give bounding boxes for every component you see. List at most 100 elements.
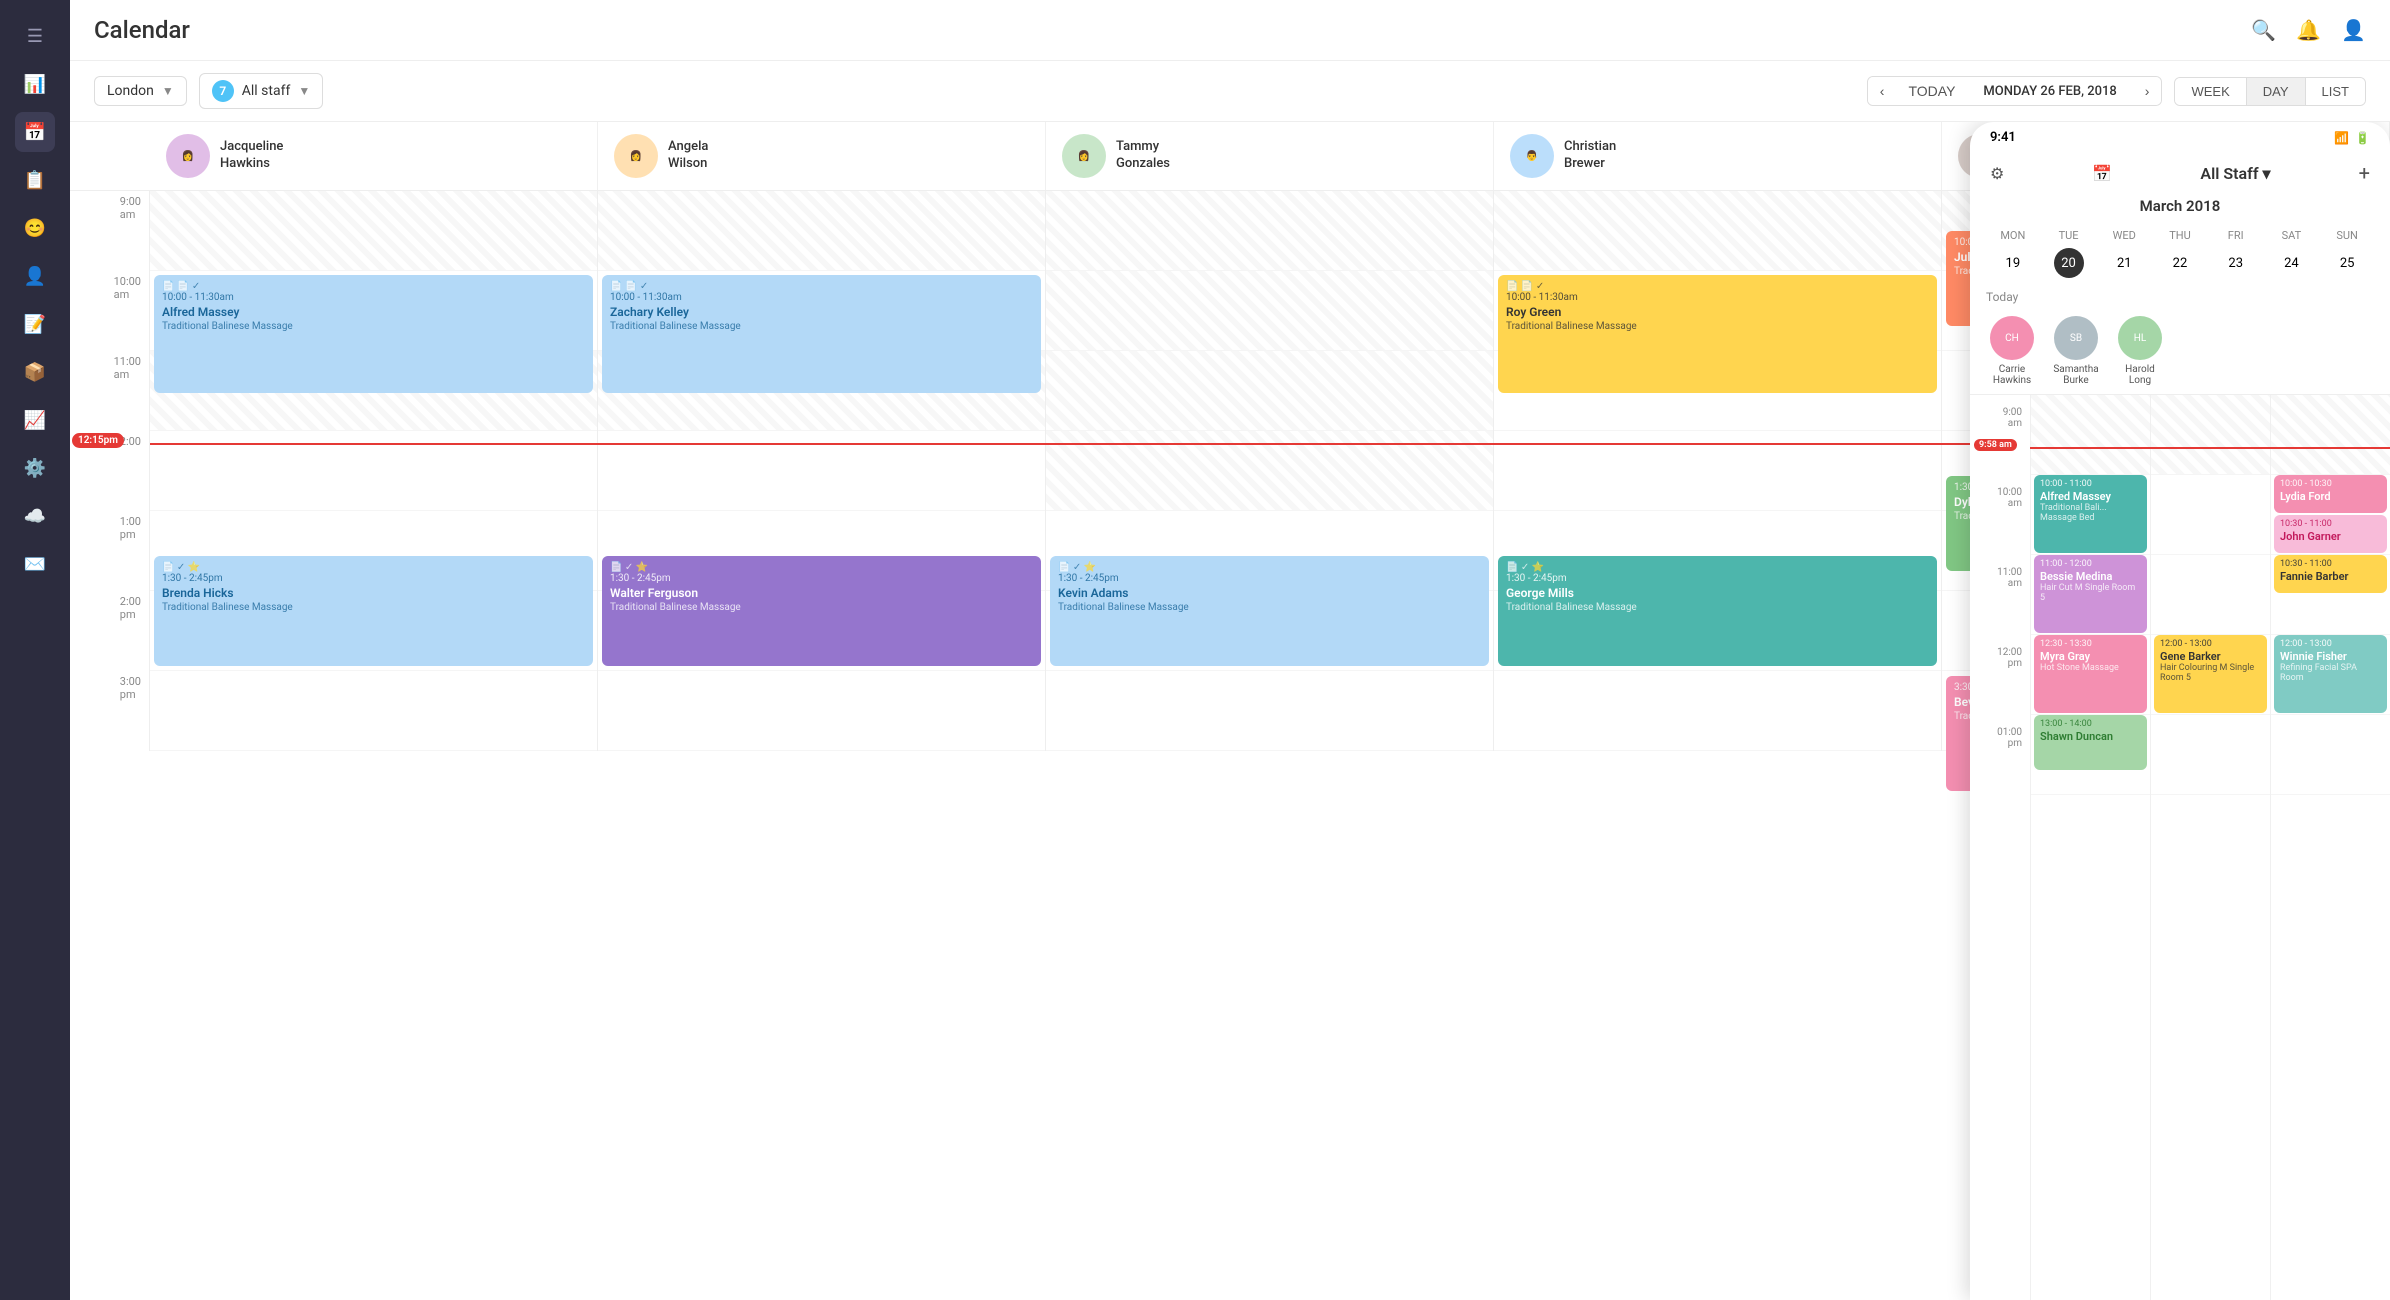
staff-select[interactable]: 7 All staff ▼ <box>199 73 323 109</box>
appt-zachary-kelley[interactable]: 📄 📄 ✓ 10:00 - 11:30am Zachary Kelley Tra… <box>602 275 1041 393</box>
mobile-staff-label: All Staff <box>2200 164 2258 183</box>
m-name-fannie: Fannie Barber <box>2280 570 2381 583</box>
current-date: MONDAY 26 FEB, 2018 <box>1967 78 2132 105</box>
mobile-staff-arrow: ▾ <box>2263 164 2271 183</box>
sidebar-icon-upload[interactable]: ☁️ <box>15 496 55 536</box>
header-icons: 🔍 🔔 👤 <box>2251 18 2366 42</box>
mobile-filter-icon[interactable]: ⚙ <box>1990 164 2004 183</box>
current-time-badge: 12:15pm <box>72 433 124 448</box>
calendar-body: 👩 JacquelineHawkins 👩 AngelaWilson 👩 Tam… <box>70 122 2390 1300</box>
mobile-row-1-samantha <box>2151 715 2270 795</box>
mobile-appt-john-garner[interactable]: 10:30 - 11:00 John Garner <box>2274 515 2387 553</box>
sidebar-icon-calendar[interactable]: 📅 <box>15 112 55 152</box>
grid-row-3-christian <box>1494 671 1941 751</box>
appt-brenda-hicks[interactable]: 📄 ✓ ⭐ 1:30 - 2:45pm Brenda Hicks Traditi… <box>154 556 593 666</box>
mobile-avatar-harold: HL <box>2118 316 2162 360</box>
cal-day-20[interactable]: 20 <box>2054 248 2084 278</box>
grid-row-9-tammy <box>1046 191 1493 271</box>
notification-icon[interactable]: 🔔 <box>2296 18 2321 42</box>
m-service-myra: Hot Stone Massage <box>2040 663 2141 673</box>
mobile-time-1pm: 01:00pm <box>1970 723 2030 803</box>
m-name-shawn: Shawn Duncan <box>2040 730 2141 743</box>
list-view-button[interactable]: LIST <box>2305 78 2365 105</box>
grid-row-9-christian <box>1494 191 1941 271</box>
mobile-appt-gene[interactable]: 12:00 - 13:00 Gene Barker Hair Colouring… <box>2154 635 2267 713</box>
staff-name-angela: AngelaWilson <box>668 139 708 173</box>
appt-service-kevin: Traditional Balinese Massage <box>1058 602 1481 613</box>
user-icon[interactable]: 👤 <box>2341 18 2366 42</box>
appt-time-zachary: 10:00 - 11:30am <box>610 292 1033 303</box>
avatar-christian: 👨 <box>1510 134 1554 178</box>
mobile-row-11-samantha <box>2151 555 2270 635</box>
search-icon[interactable]: 🔍 <box>2251 18 2276 42</box>
mobile-appt-alfred[interactable]: 10:00 - 11:00 Alfred Massey Traditional … <box>2034 475 2147 553</box>
mobile-staff-select[interactable]: All Staff ▾ <box>2200 164 2270 183</box>
location-select[interactable]: London ▼ <box>94 76 187 106</box>
mobile-avatar-samantha: SB <box>2054 316 2098 360</box>
appt-roy-green[interactable]: 📄 📄 ✓ 10:00 - 11:30am Roy Green Traditio… <box>1498 275 1937 393</box>
mobile-appt-shawn[interactable]: 13:00 - 14:00 Shawn Duncan <box>2034 715 2147 770</box>
sidebar-icon-person[interactable]: 👤 <box>15 256 55 296</box>
wifi-icon: 📶 <box>2334 131 2349 145</box>
time-slot-2pm: 2:00pm <box>70 591 150 671</box>
time-slot-10am: 10:00am <box>70 271 150 351</box>
mobile-appt-fannie[interactable]: 10:30 - 11:00 Fannie Barber <box>2274 555 2387 593</box>
cal-day-22[interactable]: 22 <box>2165 248 2195 278</box>
mobile-schedule: 9:00am 10:00am 11:00am 12:00pm 01:00pm <box>1970 395 2390 1300</box>
sidebar-icon-clipboard[interactable]: 📝 <box>15 304 55 344</box>
appt-alfred-massey[interactable]: 📄 📄 ✓ 10:00 - 11:30am Alfred Massey Trad… <box>154 275 593 393</box>
m-name-john-g: John Garner <box>2280 530 2381 543</box>
mini-cal-grid: MON TUE WED THU FRI SAT SUN 19 20 21 22 … <box>1986 225 2374 278</box>
week-view-button[interactable]: WEEK <box>2175 78 2245 105</box>
next-day-button[interactable]: › <box>2133 77 2162 105</box>
m-name-alfred: Alfred Massey <box>2040 490 2141 503</box>
staff-name-christian: ChristianBrewer <box>1564 139 1616 173</box>
mobile-appt-winnie[interactable]: 12:00 - 13:00 Winnie Fisher Refining Fac… <box>2274 635 2387 713</box>
cal-day-24[interactable]: 24 <box>2276 248 2306 278</box>
appt-kevin-adams[interactable]: 📄 ✓ ⭐ 1:30 - 2:45pm Kevin Adams Traditio… <box>1050 556 1489 666</box>
sidebar-icon-menu[interactable]: ☰ <box>15 16 55 56</box>
sidebar-icon-cube[interactable]: 📦 <box>15 352 55 392</box>
appt-icons-alfred: 📄 📄 ✓ <box>162 281 585 292</box>
appt-name-zachary: Zachary Kelley <box>610 305 1033 319</box>
mobile-add-button[interactable]: + <box>2359 161 2370 185</box>
main-content: Calendar 🔍 🔔 👤 London ▼ 7 All staff ▼ ‹ … <box>70 0 2390 1300</box>
appt-george-mills[interactable]: 📄 ✓ ⭐ 1:30 - 2:45pm George Mills Traditi… <box>1498 556 1937 666</box>
prev-day-button[interactable]: ‹ <box>1868 77 1897 105</box>
sidebar-icon-document[interactable]: 📋 <box>15 160 55 200</box>
mobile-grid-harold: 10:00 - 10:30 Lydia Ford 10:30 - 11:00 J… <box>2270 395 2390 1300</box>
mini-calendar: March 2018 MON TUE WED THU FRI SAT SUN 1… <box>1970 197 2390 286</box>
mobile-calendar-icon[interactable]: 📅 <box>2092 164 2112 183</box>
m-name-gene: Gene Barker <box>2160 650 2261 663</box>
day-view-button[interactable]: DAY <box>2246 78 2305 105</box>
staff-grid-tammy: 📄 ✓ ⭐ 1:30 - 2:45pm Kevin Adams Traditio… <box>1046 191 1494 751</box>
appt-walter-ferguson[interactable]: 📄 ✓ ⭐ 1:30 - 2:45pm Walter Ferguson Trad… <box>602 556 1041 666</box>
appt-service-alfred: Traditional Balinese Massage <box>162 321 585 332</box>
mobile-appt-myra[interactable]: 12:30 - 13:30 Myra Gray Hot Stone Massag… <box>2034 635 2147 713</box>
cal-day-19[interactable]: 19 <box>1998 248 2028 278</box>
cal-day-21[interactable]: 21 <box>2109 248 2139 278</box>
m-name-lydia: Lydia Ford <box>2280 490 2381 503</box>
staff-name-jacqueline: JacquelineHawkins <box>220 139 283 173</box>
sidebar: ☰ 📊 📅 📋 😊 👤 📝 📦 📈 ⚙️ ☁️ ✉️ <box>0 0 70 1300</box>
appt-time-roy: 10:00 - 11:30am <box>1506 292 1929 303</box>
staff-grid-angela: 📄 📄 ✓ 10:00 - 11:30am Zachary Kelley Tra… <box>598 191 1046 751</box>
today-button[interactable]: TODAY <box>1896 77 1967 105</box>
page-title: Calendar <box>94 16 190 44</box>
sidebar-icon-chart[interactable]: 📈 <box>15 400 55 440</box>
staff-arrow: ▼ <box>298 84 310 98</box>
cal-day-25[interactable]: 25 <box>2332 248 2362 278</box>
sidebar-icon-mail[interactable]: ✉️ <box>15 544 55 584</box>
mobile-appt-bessie[interactable]: 11:00 - 12:00 Bessie Medina Hair Cut M S… <box>2034 555 2147 633</box>
mobile-appt-lydia[interactable]: 10:00 - 10:30 Lydia Ford <box>2274 475 2387 513</box>
sidebar-icon-stats[interactable]: 📊 <box>15 64 55 104</box>
cal-day-23[interactable]: 23 <box>2221 248 2251 278</box>
day-header-tue: TUE <box>2042 225 2096 246</box>
mobile-grid-carrie: 10:00 - 11:00 Alfred Massey Traditional … <box>2030 395 2150 1300</box>
mobile-name-samantha: Samantha Burke <box>2050 364 2102 386</box>
sidebar-icon-settings[interactable]: ⚙️ <box>15 448 55 488</box>
mobile-overlay: 9:41 📶 🔋 ⚙ 📅 All Staff ▾ + March 2018 <box>1970 122 2390 1300</box>
m-name-myra: Myra Gray <box>2040 650 2141 663</box>
sidebar-icon-smiley[interactable]: 😊 <box>15 208 55 248</box>
mobile-staff-samantha: SB Samantha Burke <box>2050 316 2102 386</box>
